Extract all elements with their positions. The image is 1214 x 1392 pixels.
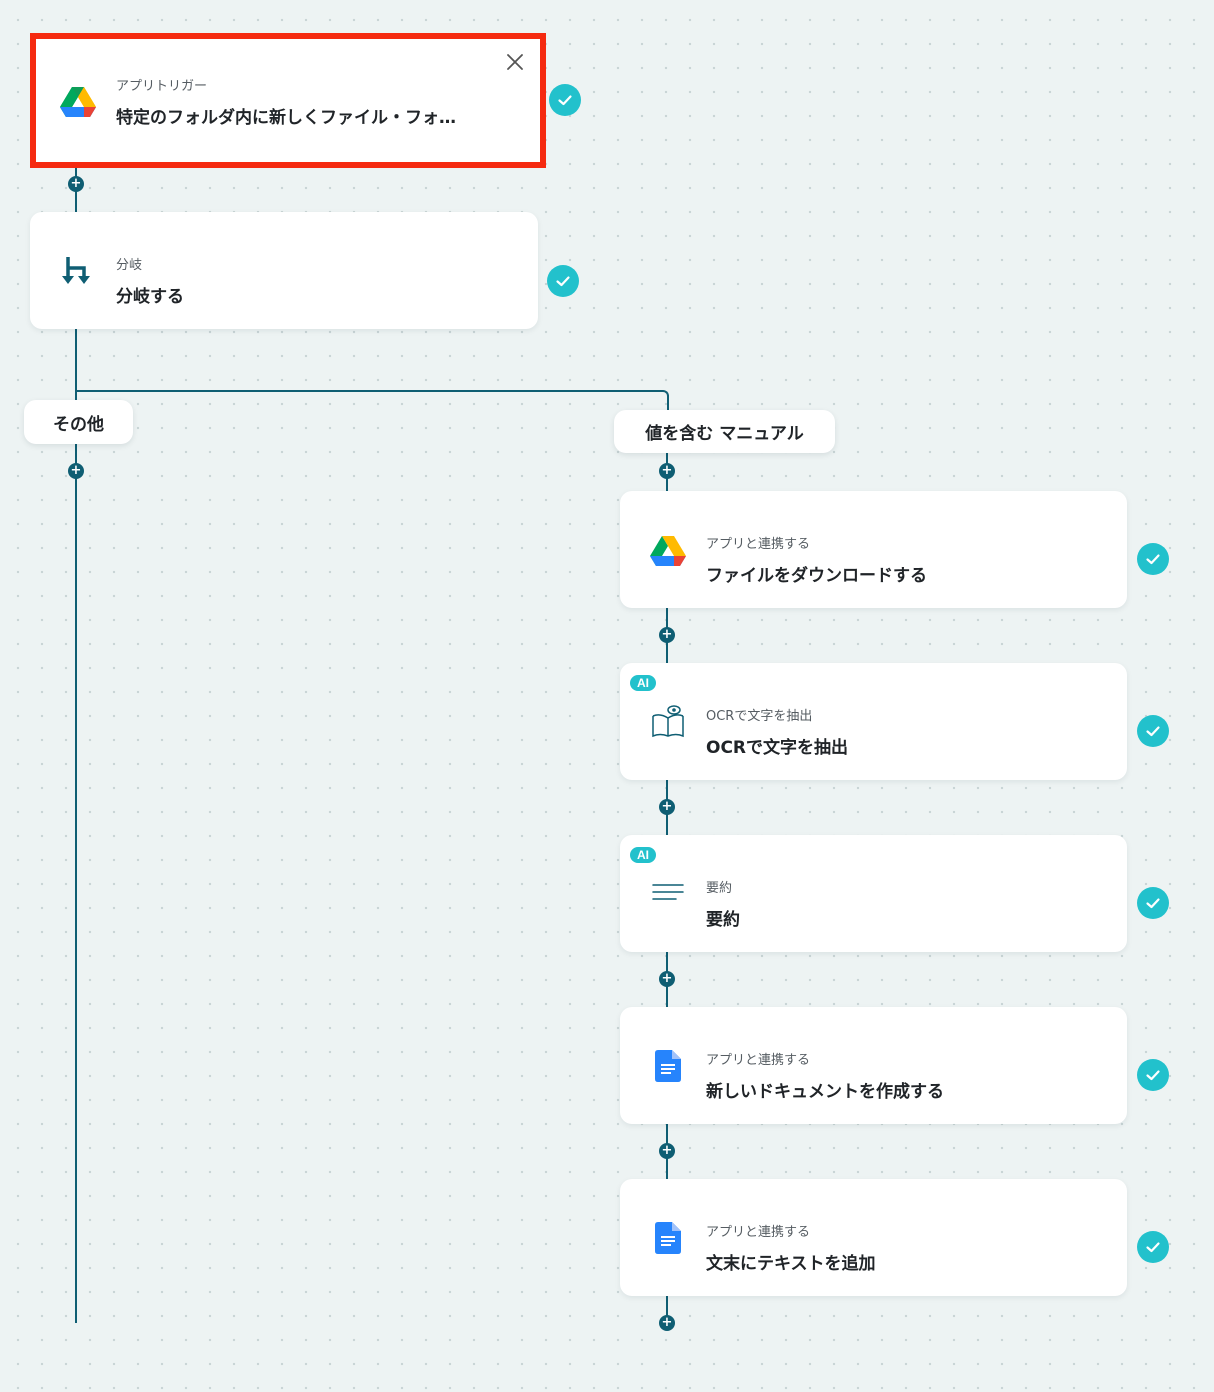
summary-lines-icon bbox=[648, 874, 688, 914]
branch-icon bbox=[58, 251, 98, 291]
add-step-button[interactable]: + bbox=[68, 463, 84, 479]
step-card-ocr[interactable]: AI OCRで文字を抽出 OCRで文字を抽出 bbox=[620, 663, 1127, 780]
step-type-label: アプリと連携する bbox=[706, 537, 811, 552]
branch-connector-line bbox=[76, 390, 669, 412]
check-icon bbox=[549, 84, 581, 116]
branch-label-other[interactable]: その他 bbox=[24, 400, 133, 444]
check-icon bbox=[1137, 1231, 1169, 1263]
close-icon[interactable] bbox=[504, 51, 526, 73]
google-drive-icon bbox=[58, 81, 98, 121]
step-card-summary[interactable]: AI 要約 要約 bbox=[620, 835, 1127, 952]
step-type-label: アプリと連携する bbox=[706, 1053, 811, 1068]
step-type-label: OCRで文字を抽出 bbox=[706, 709, 813, 724]
add-step-button[interactable]: + bbox=[68, 176, 84, 192]
trigger-title: 特定のフォルダ内に新しくファイル・フォ… bbox=[116, 108, 456, 128]
branch-type-label: 分岐 bbox=[116, 258, 143, 273]
check-icon bbox=[1137, 887, 1169, 919]
ai-badge: AI bbox=[630, 847, 656, 863]
branch-card[interactable]: 分岐 分岐する bbox=[30, 212, 538, 329]
step-card-download-file[interactable]: アプリと連携する ファイルをダウンロードする bbox=[620, 491, 1127, 608]
add-step-button[interactable]: + bbox=[659, 463, 675, 479]
branch-label-contains[interactable]: 値を含む マニュアル bbox=[614, 410, 835, 453]
check-icon bbox=[1137, 1059, 1169, 1091]
step-card-append-text[interactable]: アプリと連携する 文末にテキストを追加 bbox=[620, 1179, 1127, 1296]
add-step-button[interactable]: + bbox=[659, 1143, 675, 1159]
step-card-create-document[interactable]: アプリと連携する 新しいドキュメントを作成する bbox=[620, 1007, 1127, 1124]
google-docs-icon bbox=[648, 1046, 688, 1086]
step-title: 文末にテキストを追加 bbox=[706, 1254, 876, 1274]
add-step-button[interactable]: + bbox=[659, 1315, 675, 1331]
add-step-button[interactable]: + bbox=[659, 971, 675, 987]
add-step-button[interactable]: + bbox=[659, 799, 675, 815]
branch-title: 分岐する bbox=[116, 287, 184, 307]
step-title: OCRで文字を抽出 bbox=[706, 738, 849, 758]
step-type-label: アプリと連携する bbox=[706, 1225, 811, 1240]
check-icon bbox=[1137, 715, 1169, 747]
trigger-card[interactable]: アプリトリガー 特定のフォルダ内に新しくファイル・フォ… bbox=[30, 33, 546, 168]
step-title: 要約 bbox=[706, 910, 740, 930]
step-type-label: 要約 bbox=[706, 881, 733, 896]
step-title: ファイルをダウンロードする bbox=[706, 566, 927, 586]
ai-badge: AI bbox=[630, 675, 656, 691]
ocr-book-icon bbox=[648, 702, 688, 742]
google-drive-icon bbox=[648, 530, 688, 570]
google-docs-icon bbox=[648, 1218, 688, 1258]
check-icon bbox=[1137, 543, 1169, 575]
check-icon bbox=[547, 265, 579, 297]
trigger-type-label: アプリトリガー bbox=[116, 79, 208, 94]
step-title: 新しいドキュメントを作成する bbox=[706, 1082, 944, 1102]
add-step-button[interactable]: + bbox=[659, 627, 675, 643]
